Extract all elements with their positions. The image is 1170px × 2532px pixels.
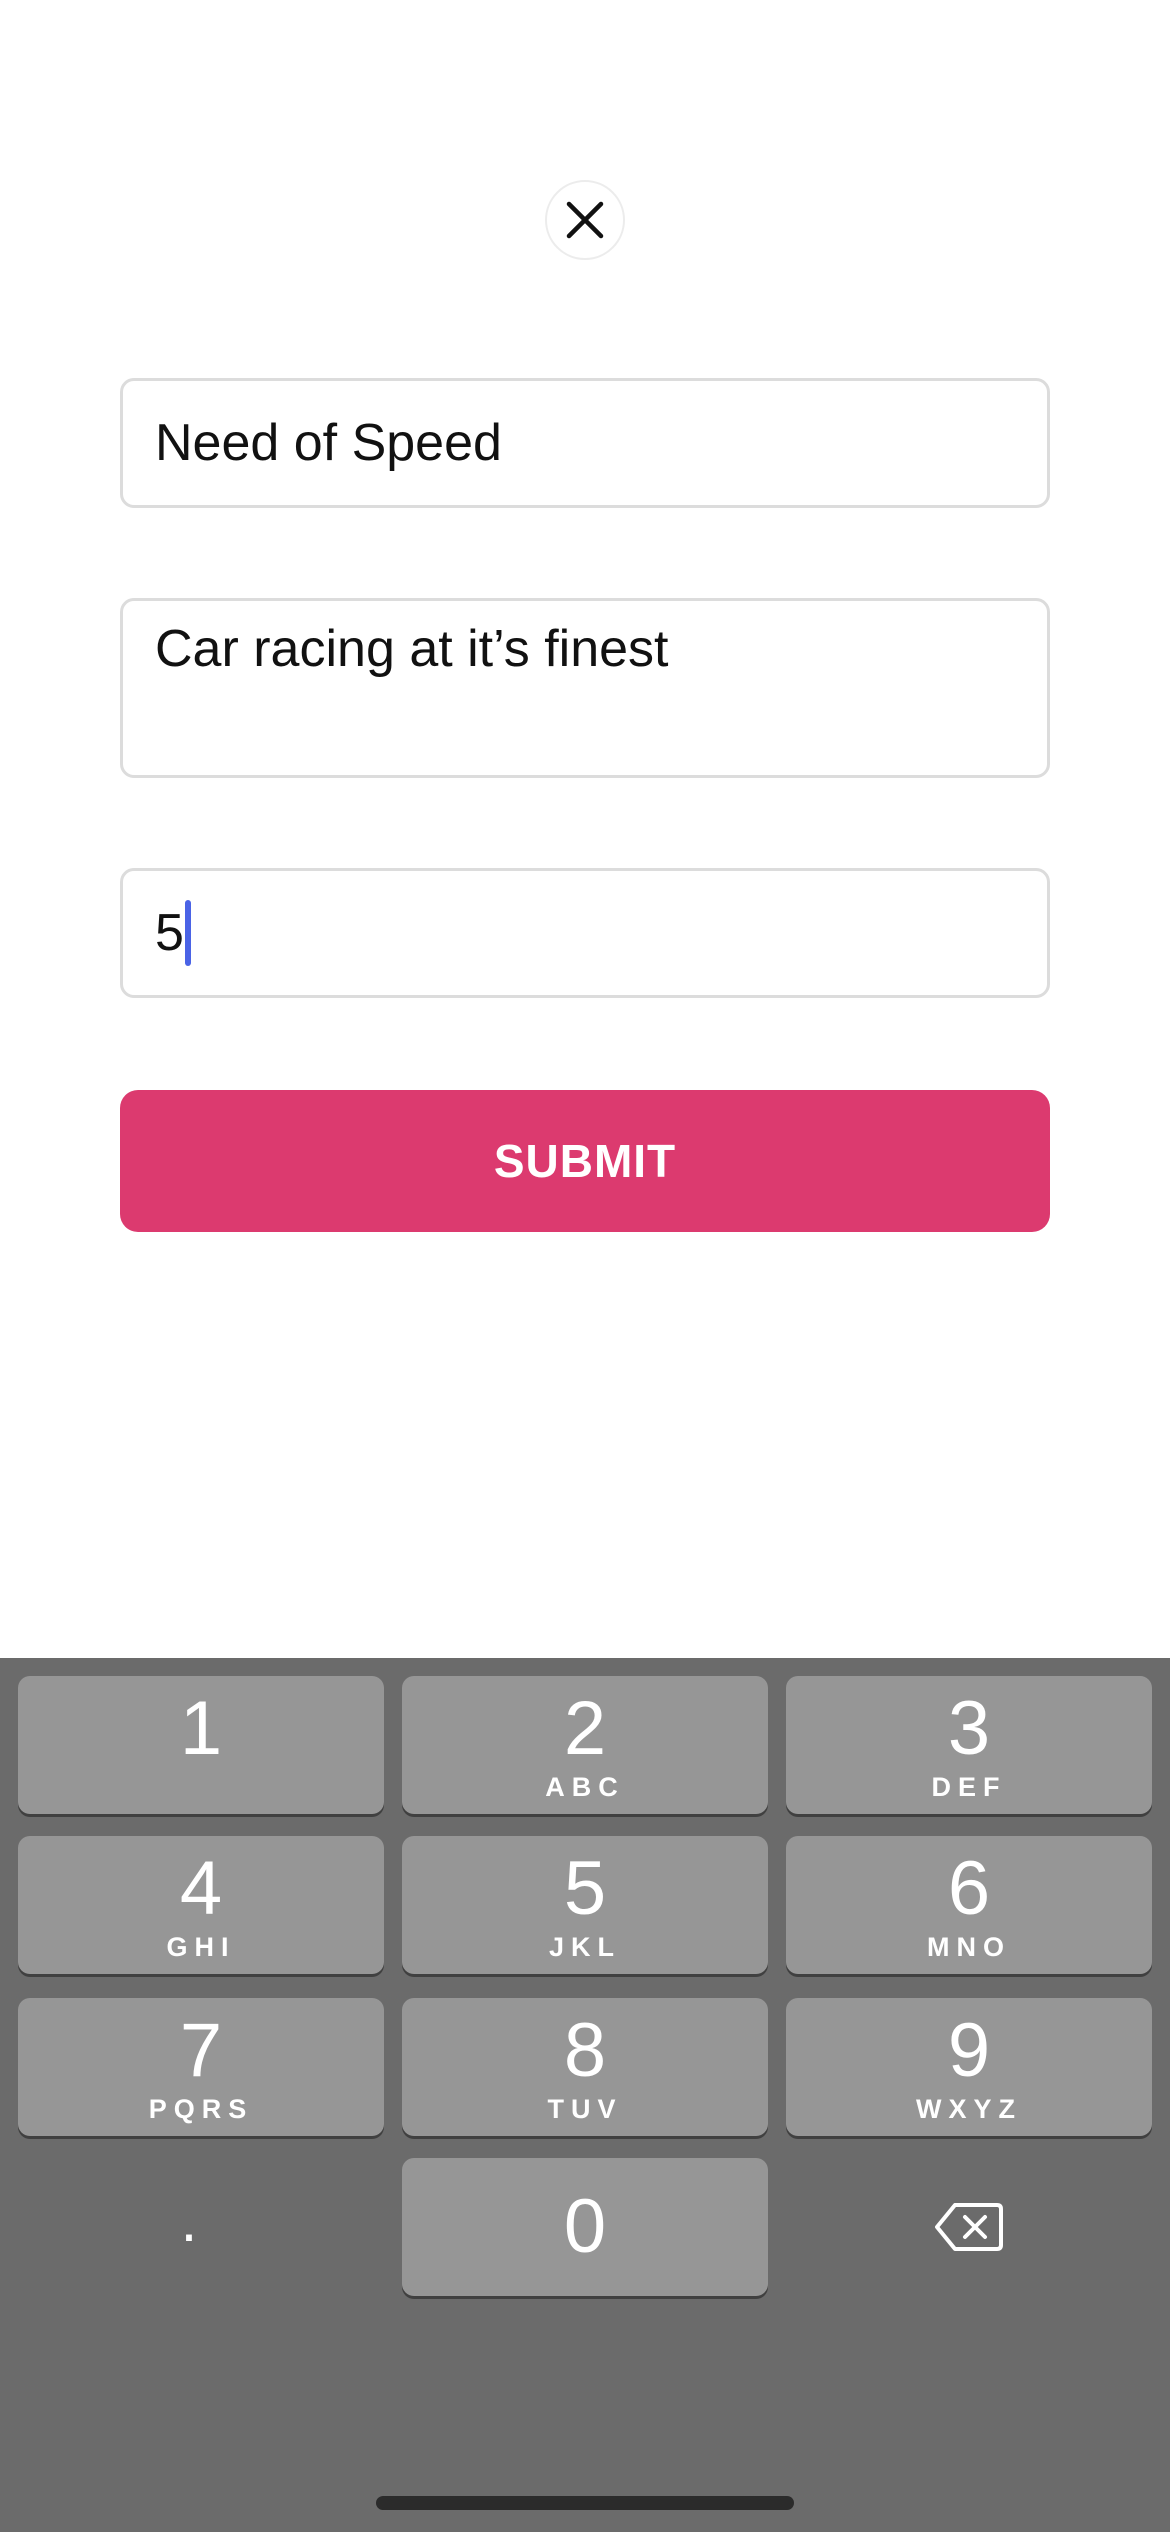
key-5[interactable]: 5 JKL <box>402 1836 768 1974</box>
key-digit: 5 <box>563 1846 607 1931</box>
text-caret <box>184 900 191 966</box>
form-screen: Need of Speed Car racing at it’s finest … <box>0 0 1170 2532</box>
rating-input[interactable]: 5 <box>120 868 1050 998</box>
title-input-value: Need of Speed <box>155 414 502 472</box>
numeric-keypad: 1 2 ABC 3 DEF 4 GHI 5 JKL 6 MNO 7 PQRS 8… <box>0 1658 1170 2532</box>
key-digit: 6 <box>947 1846 991 1931</box>
key-digit: 9 <box>947 2008 991 2093</box>
key-digit: 1 <box>179 1686 223 1771</box>
key-decimal[interactable]: . <box>18 2158 384 2296</box>
key-digit: 4 <box>179 1846 223 1931</box>
submit-button[interactable]: SUBMIT <box>120 1090 1050 1232</box>
key-8[interactable]: 8 TUV <box>402 1998 768 2136</box>
key-9[interactable]: 9 WXYZ <box>786 1998 1152 2136</box>
key-letters: DEF <box>931 1772 1007 1802</box>
key-3[interactable]: 3 DEF <box>786 1676 1152 1814</box>
key-letters: JKL <box>548 1932 621 1962</box>
key-7[interactable]: 7 PQRS <box>18 1998 384 2136</box>
key-1[interactable]: 1 <box>18 1676 384 1814</box>
rating-input-value: 5 <box>155 904 184 962</box>
key-digit: 3 <box>947 1686 991 1771</box>
key-6[interactable]: 6 MNO <box>786 1836 1152 1974</box>
key-letters: PQRS <box>148 2094 254 2124</box>
key-decimal-label: . <box>180 2187 198 2254</box>
key-letters: TUV <box>547 2094 623 2124</box>
key-4[interactable]: 4 GHI <box>18 1836 384 1974</box>
backspace-icon <box>935 2203 1003 2251</box>
title-input[interactable]: Need of Speed <box>120 378 1050 508</box>
key-digit: 7 <box>179 2008 223 2093</box>
description-input-value: Car racing at it’s finest <box>155 620 669 678</box>
backspace-key[interactable] <box>786 2158 1152 2296</box>
key-digit: 8 <box>563 2008 607 2093</box>
key-2[interactable]: 2 ABC <box>402 1676 768 1814</box>
description-input[interactable]: Car racing at it’s finest <box>120 598 1050 778</box>
key-digit: 0 <box>563 2184 607 2269</box>
key-0[interactable]: 0 <box>402 2158 768 2296</box>
key-letters: MNO <box>927 1932 1011 1962</box>
key-letters: WXYZ <box>916 2094 1022 2124</box>
key-digit: 2 <box>563 1686 607 1771</box>
submit-button-label: SUBMIT <box>493 1135 677 1187</box>
key-letters: ABC <box>545 1772 625 1802</box>
home-indicator <box>376 2496 794 2510</box>
close-icon <box>566 201 604 239</box>
key-letters: GHI <box>166 1932 236 1962</box>
close-button[interactable] <box>545 180 625 260</box>
